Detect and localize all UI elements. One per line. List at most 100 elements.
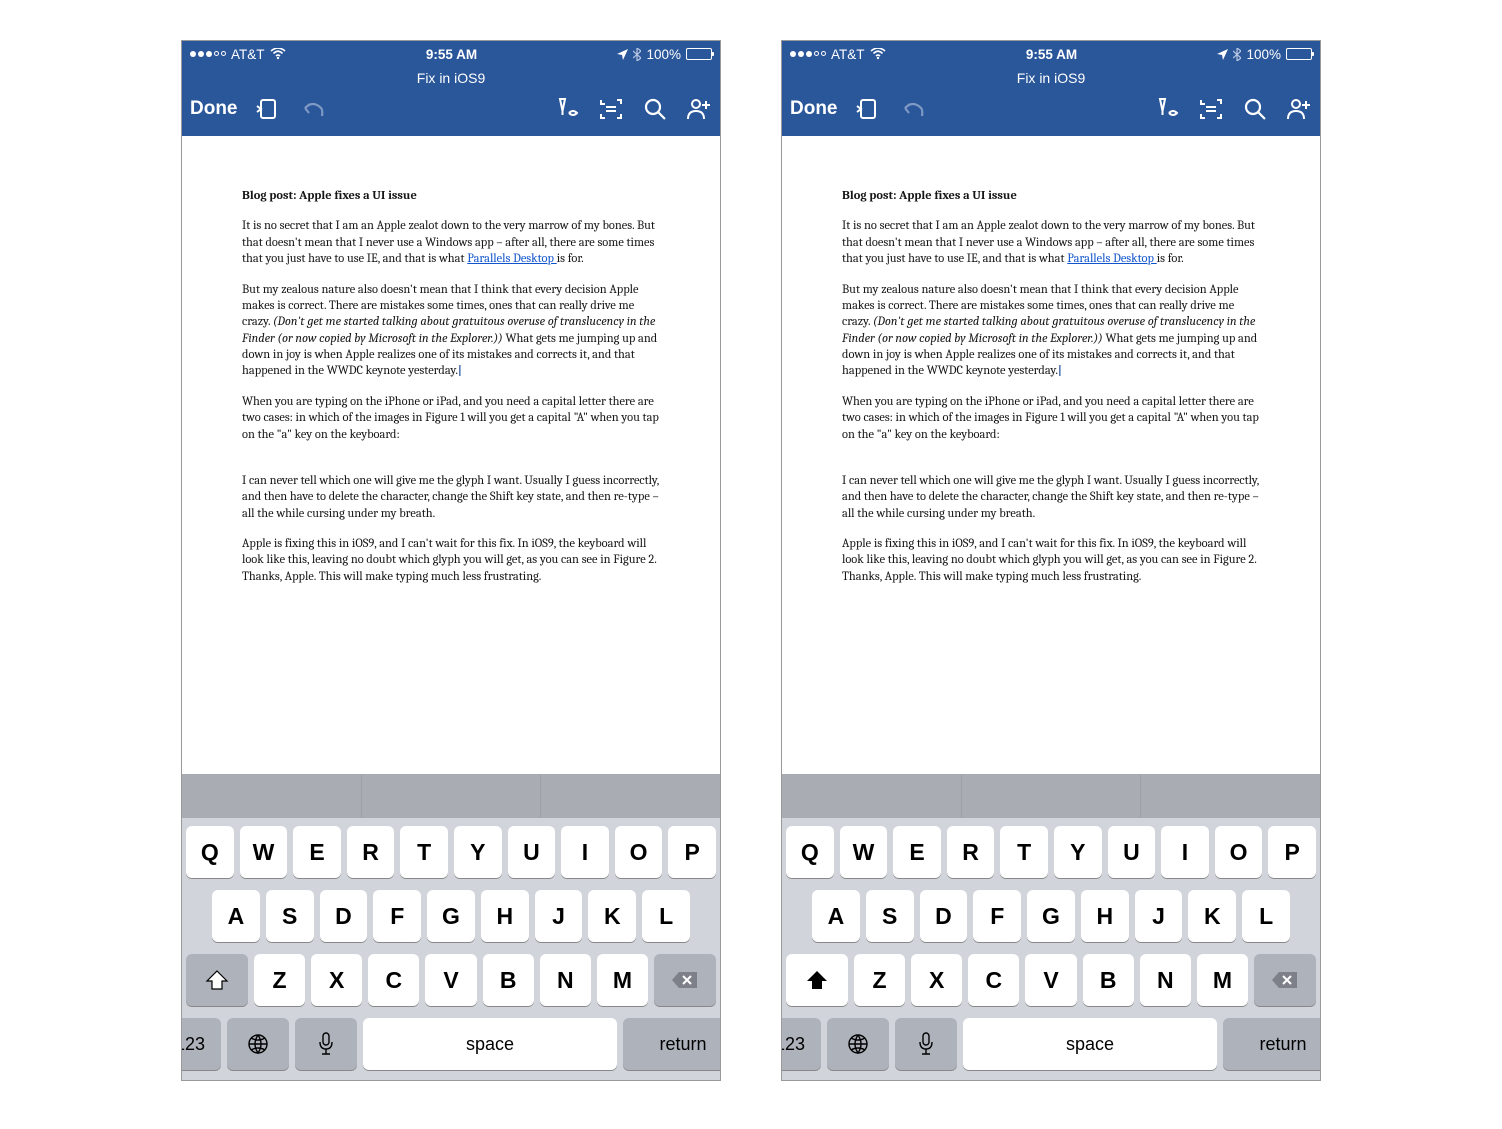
dictation-key[interactable] [895,1018,957,1070]
key-v[interactable]: V [1025,954,1076,1006]
undo-icon[interactable] [900,96,926,122]
location-icon [617,49,628,60]
keyboard-row-2: A S D F G H J K L [786,890,1316,942]
suggestion-bar[interactable] [782,774,1320,818]
doc-para-1: It is no secret that I am an Apple zealo… [842,218,1260,267]
document-area[interactable]: Blog post: Apple fixes a UI issue It is … [182,136,720,774]
document-page: Blog post: Apple fixes a UI issue It is … [182,136,720,619]
key-j[interactable]: J [535,890,583,942]
key-w[interactable]: W [840,826,888,878]
key-v[interactable]: V [425,954,476,1006]
key-g[interactable]: G [1027,890,1075,942]
keyboard-row-1: Q W E R T Y U I O P [786,826,1316,878]
key-q[interactable]: Q [186,826,234,878]
reflow-view-icon[interactable] [598,96,624,122]
return-key[interactable]: return [623,1018,721,1070]
key-i[interactable]: I [561,826,609,878]
edit-pen-icon[interactable] [554,96,580,122]
undo-icon[interactable] [300,96,326,122]
key-d[interactable]: D [320,890,368,942]
key-p[interactable]: P [668,826,716,878]
key-j[interactable]: J [1135,890,1183,942]
key-y[interactable]: Y [454,826,502,878]
numbers-key[interactable]: 123 [781,1018,821,1070]
keyboard-row-3: Z X C V B N M [786,954,1316,1006]
key-a[interactable]: A [212,890,260,942]
keyboard-row-1: Q W E R T Y U I O P [186,826,716,878]
key-x[interactable]: X [311,954,362,1006]
shift-key[interactable] [186,954,248,1006]
key-g[interactable]: G [427,890,475,942]
doc-para-4: I can never tell which one will give me … [842,473,1260,522]
edit-pen-icon[interactable] [1154,96,1180,122]
key-t[interactable]: T [1000,826,1048,878]
key-b[interactable]: B [483,954,534,1006]
key-m[interactable]: M [597,954,648,1006]
return-key[interactable]: return [1223,1018,1321,1070]
share-add-person-icon[interactable] [1286,96,1312,122]
key-y[interactable]: Y [1054,826,1102,878]
backspace-key[interactable] [654,954,716,1006]
space-key[interactable]: space [363,1018,617,1070]
key-r[interactable]: R [947,826,995,878]
reflow-view-icon[interactable] [1198,96,1224,122]
key-w[interactable]: W [240,826,288,878]
key-c[interactable]: C [968,954,1019,1006]
key-s[interactable]: S [866,890,914,942]
clock-label: 9:55 AM [426,47,477,62]
key-r[interactable]: R [347,826,395,878]
parallels-link[interactable]: Parallels Desktop [1067,252,1156,266]
key-e[interactable]: E [893,826,941,878]
bluetooth-icon [1233,48,1241,61]
key-f[interactable]: F [973,890,1021,942]
suggestion-bar[interactable] [182,774,720,818]
key-h[interactable]: H [1081,890,1129,942]
key-f[interactable]: F [373,890,421,942]
globe-key[interactable] [827,1018,889,1070]
key-z[interactable]: Z [254,954,305,1006]
key-p[interactable]: P [1268,826,1316,878]
key-q[interactable]: Q [786,826,834,878]
search-icon[interactable] [1242,96,1268,122]
doc-heading: Blog post: Apple fixes a UI issue [242,188,660,204]
file-actions-icon[interactable] [256,96,282,122]
globe-key[interactable] [227,1018,289,1070]
dictation-key[interactable] [295,1018,357,1070]
key-s[interactable]: S [266,890,314,942]
done-button[interactable]: Done [790,98,838,120]
key-d[interactable]: D [920,890,968,942]
key-l[interactable]: L [642,890,690,942]
keyboard-row-2: A S D F G H J K L [186,890,716,942]
backspace-key[interactable] [1254,954,1316,1006]
key-z[interactable]: Z [854,954,905,1006]
key-l[interactable]: L [1242,890,1290,942]
key-u[interactable]: U [508,826,556,878]
key-c[interactable]: C [368,954,419,1006]
key-x[interactable]: X [911,954,962,1006]
key-n[interactable]: N [540,954,591,1006]
key-u[interactable]: U [1108,826,1156,878]
shift-key[interactable] [786,954,848,1006]
document-area[interactable]: Blog post: Apple fixes a UI issue It is … [782,136,1320,774]
key-h[interactable]: H [481,890,529,942]
key-k[interactable]: K [588,890,636,942]
key-k[interactable]: K [1188,890,1236,942]
key-o[interactable]: O [1215,826,1263,878]
key-b[interactable]: B [1083,954,1134,1006]
key-o[interactable]: O [615,826,663,878]
numbers-key[interactable]: 123 [181,1018,221,1070]
key-n[interactable]: N [1140,954,1191,1006]
space-key[interactable]: space [963,1018,1217,1070]
carrier-label: AT&T [231,47,265,62]
search-icon[interactable] [642,96,668,122]
key-e[interactable]: E [293,826,341,878]
share-add-person-icon[interactable] [686,96,712,122]
toolbar: Done [182,86,720,136]
key-a[interactable]: A [812,890,860,942]
key-m[interactable]: M [1197,954,1248,1006]
done-button[interactable]: Done [190,98,238,120]
key-t[interactable]: T [400,826,448,878]
key-i[interactable]: I [1161,826,1209,878]
file-actions-icon[interactable] [856,96,882,122]
parallels-link[interactable]: Parallels Desktop [467,252,556,266]
